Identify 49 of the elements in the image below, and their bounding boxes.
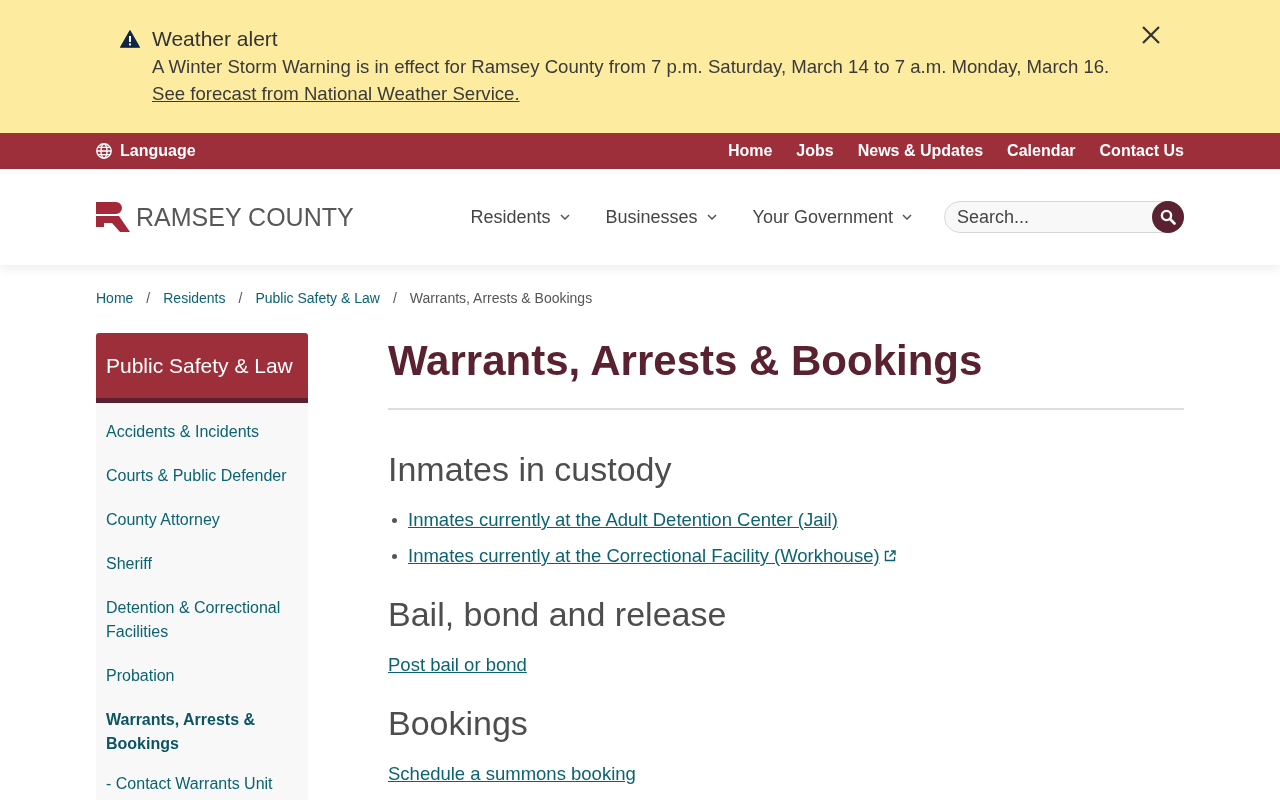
utility-link[interactable]: Contact Us — [1099, 142, 1184, 160]
section-heading: Inmates in custody — [388, 449, 673, 489]
logo-link[interactable]: RAMSEY COUNTY — [96, 202, 354, 232]
utility-link[interactable]: Jobs — [796, 142, 834, 160]
sidebar-link[interactable]: Accidents & Incidents — [96, 410, 263, 454]
breadcrumb-link[interactable]: Public Safety & Law — [255, 290, 380, 306]
chevron-down-icon — [902, 214, 912, 220]
sidebar-link[interactable]: Courts & Public Defender — [96, 454, 291, 498]
globe-icon — [96, 143, 112, 159]
breadcrumb-separator: / — [238, 290, 243, 306]
language-button[interactable]: Language — [96, 142, 196, 160]
content-link[interactable]: Schedule a summons booking — [388, 760, 636, 788]
page-title: Warrants, Arrests & Bookings — [388, 333, 1184, 410]
nav-menu-item[interactable]: Businesses — [605, 206, 717, 228]
utility-link[interactable]: Home — [727, 142, 773, 160]
content-link[interactable]: Inmates currently at the Correctional Facility (Workhouse) — [408, 542, 880, 570]
search-button[interactable] — [1152, 201, 1184, 233]
utility-link[interactable]: Calendar — [1007, 142, 1076, 160]
sidebar-heading: Public Safety & Law — [96, 333, 308, 403]
sidebar-link[interactable]: Warrants, Arrests & Bookings — [96, 698, 308, 766]
bullet-icon — [392, 553, 397, 559]
breadcrumb-separator: / — [146, 290, 151, 306]
breadcrumb-separator: / — [392, 290, 397, 306]
warning-icon — [120, 30, 140, 48]
alert-message: A Winter Storm Warning is in effect for Ramsey County from 7 p.m. Saturday, March 14 to 7 a.m. Monday, March 16. — [152, 55, 1110, 79]
close-icon — [1142, 26, 1160, 44]
section-heading: Bail, bond and release — [388, 594, 728, 634]
sidebar-link[interactable]: Sheriff — [96, 542, 156, 586]
sidebar-link[interactable]: Detention & Correctional Facilities — [96, 586, 308, 654]
content-link[interactable]: Inmates currently at the Adult Detention Center (Jail) — [408, 506, 838, 534]
sidebar-link[interactable]: County Attorney — [96, 498, 224, 542]
breadcrumb-link[interactable]: Home — [96, 290, 134, 306]
utility-link[interactable]: News & Updates — [857, 142, 984, 160]
breadcrumb-current: Warrants, Arrests & Bookings — [409, 290, 593, 306]
forecast-link[interactable]: See forecast from National Weather Service. — [152, 80, 520, 107]
bullet-icon — [392, 517, 397, 523]
content-link[interactable]: Post bail or bond — [388, 651, 527, 679]
chevron-down-icon — [706, 214, 717, 220]
close-button[interactable] — [1142, 26, 1160, 44]
logo-mark-icon — [96, 202, 130, 232]
breadcrumb-link[interactable]: Residents — [163, 290, 226, 306]
section-heading: Bookings — [388, 703, 529, 743]
chevron-down-icon — [559, 214, 570, 220]
sidebar-link[interactable]: Probation — [96, 654, 179, 698]
nav-menu-item[interactable]: Residents — [470, 206, 570, 228]
alert-title: Weather alert — [152, 26, 278, 52]
sidebar-sublink[interactable]: - Contact Warrants Unit — [96, 766, 277, 794]
nav-menu-item[interactable]: Your Government — [752, 206, 912, 228]
search-icon — [1160, 209, 1176, 225]
